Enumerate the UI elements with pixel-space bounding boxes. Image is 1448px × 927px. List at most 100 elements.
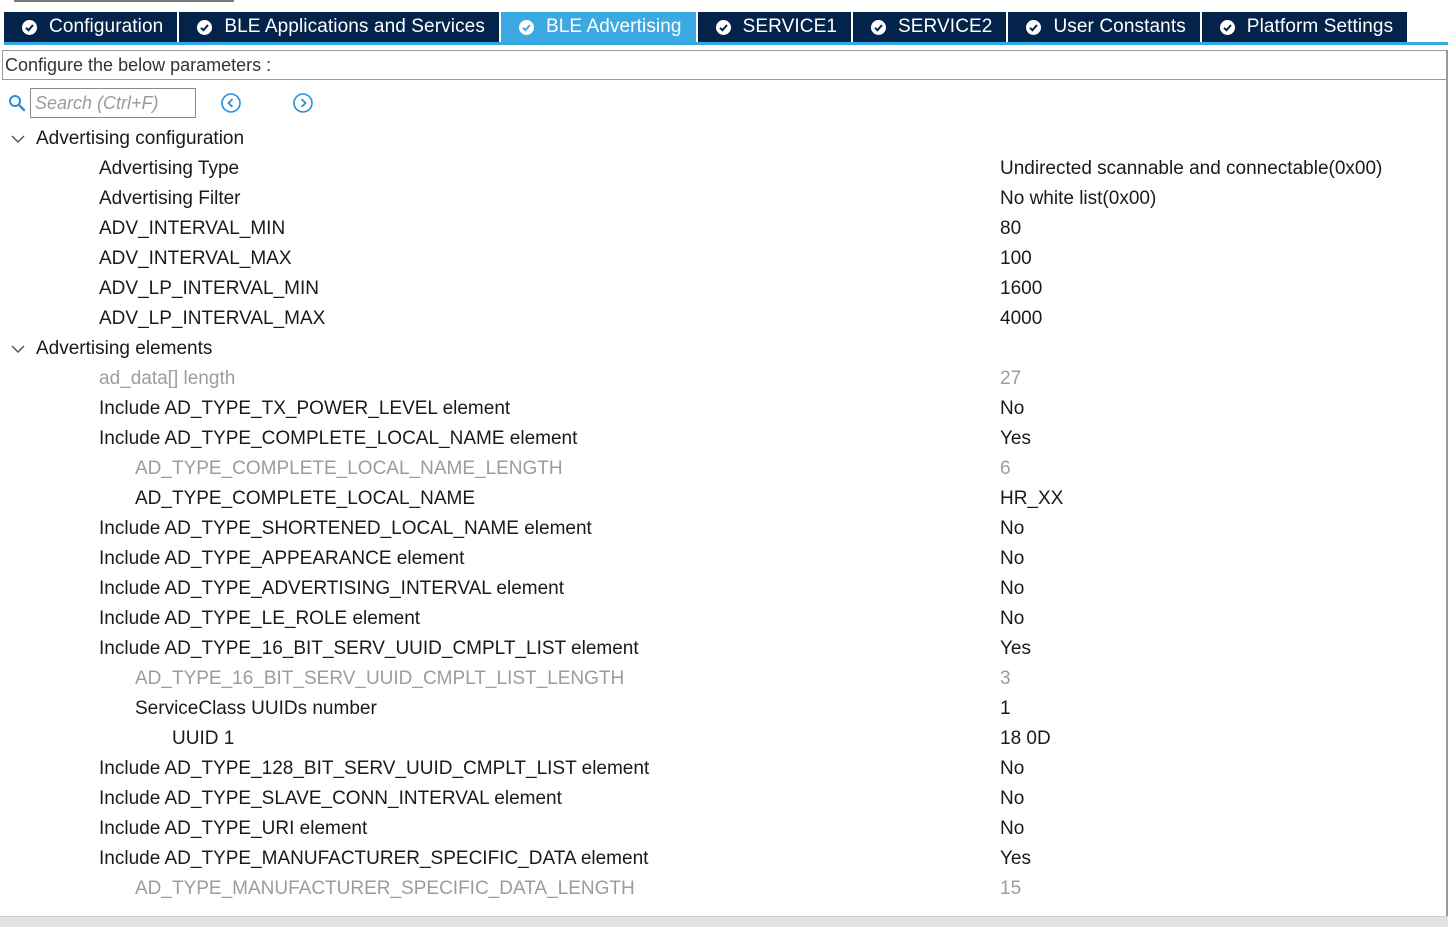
parameter-label: Include AD_TYPE_APPEARANCE element — [99, 548, 465, 569]
parameter-value[interactable]: 80 — [1000, 214, 1021, 244]
parameter-value[interactable]: 1600 — [1000, 274, 1042, 304]
parameter-value: 6 — [1000, 458, 1011, 479]
parameter-row[interactable]: Include AD_TYPE_LE_ROLE element No — [0, 604, 1448, 634]
tab-label: Configuration — [49, 16, 164, 37]
check-circle-icon — [518, 19, 534, 35]
parameter-label: ServiceClass UUIDs number — [135, 698, 377, 719]
parameter-label: AD_TYPE_16_BIT_SERV_UUID_CMPLT_LIST_LENG… — [135, 668, 625, 689]
parameter-row[interactable]: ADV_LP_INTERVAL_MAX 4000 — [0, 304, 1448, 334]
parameter-label: ad_data[] length — [99, 368, 236, 389]
parameter-value[interactable]: No — [1000, 574, 1024, 604]
parameter-value[interactable]: 1 — [1000, 694, 1011, 724]
parameter-row[interactable]: ADV_LP_INTERVAL_MIN 1600 — [0, 274, 1448, 304]
parameter-label: AD_TYPE_COMPLETE_LOCAL_NAME — [135, 488, 476, 509]
parameter-label: Include AD_TYPE_128_BIT_SERV_UUID_CMPLT_… — [99, 758, 650, 779]
parameter-value[interactable]: No — [1000, 514, 1024, 544]
check-circle-icon — [22, 19, 37, 35]
parameter-row[interactable]: Include AD_TYPE_ADVERTISING_INTERVAL ele… — [0, 574, 1448, 604]
check-circle-icon — [871, 19, 887, 35]
parameter-row[interactable]: Advertising Type Undirected scannable and… — [0, 154, 1448, 184]
parameter-value[interactable]: Yes — [1000, 634, 1031, 664]
parameter-value[interactable]: Yes — [1000, 424, 1031, 454]
tree-group-advertising-configuration[interactable]: Advertising configuration — [0, 124, 1448, 154]
tab-service1[interactable]: SERVICE1 — [697, 12, 854, 42]
tab-label: SERVICE1 — [742, 16, 838, 37]
search-row — [8, 87, 314, 119]
parameter-row[interactable]: UUID 1 18 0D — [0, 724, 1448, 754]
tab-user-constants[interactable]: User Constants — [1008, 12, 1202, 42]
parameter-value[interactable]: No — [1000, 814, 1024, 844]
chevron-down-icon[interactable] — [10, 342, 26, 356]
parameter-label: Include AD_TYPE_TX_POWER_LEVEL element — [99, 398, 511, 419]
parameter-row[interactable]: ServiceClass UUIDs number 1 — [0, 694, 1448, 724]
check-circle-icon — [1026, 19, 1042, 35]
parameter-row[interactable]: Include AD_TYPE_URI element No — [0, 814, 1448, 844]
tab-platform-settings[interactable]: Platform Settings — [1201, 12, 1410, 42]
parameter-tree: Advertising configuration Advertising Typ… — [0, 124, 1448, 916]
parameter-row[interactable]: ADV_INTERVAL_MIN 80 — [0, 214, 1448, 244]
search-icon[interactable] — [8, 94, 26, 112]
tab-ble-applications-and-services[interactable]: BLE Applications and Services — [179, 12, 501, 42]
parameter-value[interactable]: HR_XX — [1000, 484, 1063, 514]
parameter-row[interactable]: Include AD_TYPE_APPEARANCE element No — [0, 544, 1448, 574]
parameter-value[interactable]: No — [1000, 784, 1024, 814]
parameter-value[interactable]: 4000 — [1000, 304, 1042, 334]
parameter-value: 27 — [1000, 368, 1022, 389]
parameter-label: Include AD_TYPE_SLAVE_CONN_INTERVAL elem… — [99, 788, 562, 809]
parameter-row[interactable]: Include AD_TYPE_MANUFACTURER_SPECIFIC_DA… — [0, 844, 1448, 874]
parameter-label: Include AD_TYPE_16_BIT_SERV_UUID_CMPLT_L… — [99, 638, 639, 659]
next-result-icon[interactable] — [292, 92, 314, 114]
parameter-value[interactable]: Undirected scannable and connectable(0x0… — [1000, 154, 1382, 184]
tab-label: Platform Settings — [1246, 16, 1394, 37]
parameter-row: AD_TYPE_COMPLETE_LOCAL_NAME_LENGTH 6 — [0, 454, 1448, 484]
parameter-value: 3 — [1000, 668, 1011, 689]
chevron-down-icon[interactable] — [10, 132, 26, 146]
parameter-label: ADV_LP_INTERVAL_MAX — [99, 308, 326, 329]
parameter-row[interactable]: AD_TYPE_COMPLETE_LOCAL_NAME HR_XX — [0, 484, 1448, 514]
check-circle-icon — [197, 19, 213, 35]
parameter-row[interactable]: Advertising Filter No white list(0x00) — [0, 184, 1448, 214]
parameter-label: Include AD_TYPE_SHORTENED_LOCAL_NAME ele… — [99, 518, 592, 539]
parameter-row[interactable]: Include AD_TYPE_TX_POWER_LEVEL element No — [0, 394, 1448, 424]
parameter-row: AD_TYPE_MANUFACTURER_SPECIFIC_DATA_LENGT… — [0, 874, 1448, 904]
parameter-value[interactable]: 100 — [1000, 244, 1032, 274]
parameter-row: AD_TYPE_16_BIT_SERV_UUID_CMPLT_LIST_LENG… — [0, 664, 1448, 694]
tab-label: User Constants — [1053, 16, 1186, 37]
tab-configuration[interactable]: Configuration — [4, 12, 180, 42]
tab-service2[interactable]: SERVICE2 — [853, 12, 1009, 42]
parameter-label: UUID 1 — [172, 728, 235, 749]
tab-bar: Configuration BLE Applications and Servic… — [4, 12, 1448, 45]
parameter-row[interactable]: Include AD_TYPE_SHORTENED_LOCAL_NAME ele… — [0, 514, 1448, 544]
tab-label: SERVICE2 — [898, 16, 993, 37]
tree-group-advertising-elements[interactable]: Advertising elements — [0, 334, 1448, 364]
parameter-row[interactable]: Include AD_TYPE_SLAVE_CONN_INTERVAL elem… — [0, 784, 1448, 814]
parameter-value[interactable]: 18 0D — [1000, 724, 1051, 754]
parameter-label: Include AD_TYPE_LE_ROLE element — [99, 608, 421, 629]
parameter-row[interactable]: ADV_INTERVAL_MAX 100 — [0, 244, 1448, 274]
check-circle-icon — [1219, 19, 1235, 35]
previous-result-icon[interactable] — [220, 92, 242, 114]
top-divider — [14, 0, 234, 2]
parameter-value[interactable]: No — [1000, 604, 1024, 634]
parameter-label: Include AD_TYPE_ADVERTISING_INTERVAL ele… — [99, 578, 564, 599]
tab-ble-advertising[interactable]: BLE Advertising — [500, 12, 698, 42]
parameter-row[interactable]: Include AD_TYPE_COMPLETE_LOCAL_NAME elem… — [0, 424, 1448, 454]
tab-label: BLE Applications and Services — [224, 16, 485, 37]
parameter-label: Include AD_TYPE_MANUFACTURER_SPECIFIC_DA… — [99, 848, 649, 869]
parameter-value[interactable]: Yes — [1000, 844, 1031, 874]
parameter-label: AD_TYPE_MANUFACTURER_SPECIFIC_DATA_LENGT… — [135, 878, 635, 899]
parameter-label: ADV_INTERVAL_MAX — [99, 248, 292, 269]
parameter-value: 15 — [1000, 878, 1022, 899]
parameter-label: Include AD_TYPE_COMPLETE_LOCAL_NAME elem… — [99, 428, 578, 449]
parameter-label: ADV_INTERVAL_MIN — [99, 218, 286, 239]
horizontal-scrollbar[interactable] — [0, 916, 1448, 927]
parameter-value[interactable]: No white list(0x00) — [1000, 184, 1156, 214]
parameter-value[interactable]: No — [1000, 394, 1024, 424]
parameter-row[interactable]: Include AD_TYPE_16_BIT_SERV_UUID_CMPLT_L… — [0, 634, 1448, 664]
parameter-value[interactable]: No — [1000, 754, 1024, 784]
parameter-label: Advertising Type — [99, 158, 240, 179]
group-label: Advertising configuration — [36, 128, 245, 149]
parameter-value[interactable]: No — [1000, 544, 1024, 574]
parameter-row[interactable]: Include AD_TYPE_128_BIT_SERV_UUID_CMPLT_… — [0, 754, 1448, 784]
search-input[interactable] — [30, 88, 196, 118]
